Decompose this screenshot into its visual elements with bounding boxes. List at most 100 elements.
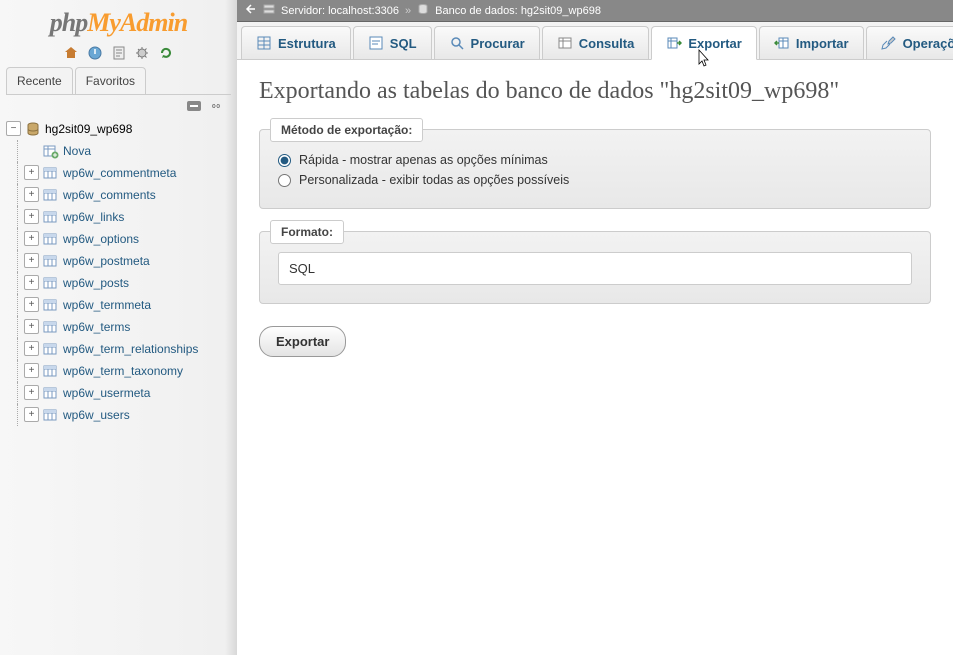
tree-expand-icon[interactable]: + — [24, 341, 39, 356]
table-browse-icon[interactable] — [43, 253, 59, 269]
docs-icon[interactable] — [111, 45, 127, 61]
reload-icon[interactable] — [158, 45, 174, 61]
tree-table-label[interactable]: wp6w_comments — [63, 188, 156, 202]
operations-icon — [881, 35, 897, 51]
table-browse-icon[interactable] — [43, 363, 59, 379]
tab-search-label: Procurar — [471, 36, 525, 51]
table-browse-icon[interactable] — [43, 407, 59, 423]
tab-favorites[interactable]: Favoritos — [75, 67, 146, 94]
tree-table-node[interactable]: + wp6w_term_taxonomy — [6, 360, 235, 382]
tree-table-label[interactable]: wp6w_commentmeta — [63, 166, 176, 180]
tree-table-node[interactable]: + wp6w_postmeta — [6, 250, 235, 272]
table-browse-icon[interactable] — [43, 297, 59, 313]
tree-expand-icon[interactable]: + — [24, 165, 39, 180]
table-browse-icon[interactable] — [43, 275, 59, 291]
table-browse-icon[interactable] — [43, 319, 59, 335]
breadcrumb-db-value: hg2sit09_wp698 — [521, 5, 601, 17]
logout-icon[interactable] — [87, 45, 103, 61]
tab-query[interactable]: Consulta — [542, 26, 650, 59]
table-browse-icon[interactable] — [43, 341, 59, 357]
tree-expand-icon[interactable]: + — [24, 363, 39, 378]
tree-table-node[interactable]: + wp6w_links — [6, 206, 235, 228]
tree-collapse-icon[interactable]: − — [6, 121, 21, 136]
content-area: Exportando as tabelas do banco de dados … — [237, 60, 953, 375]
tree-expand-icon[interactable]: + — [24, 319, 39, 334]
collapse-all-icon[interactable] — [187, 99, 201, 114]
database-tree: − hg2sit09_wp698 Nova + wp6w_commentmeta… — [0, 116, 237, 426]
tree-new-label[interactable]: Nova — [63, 144, 91, 158]
logo-admin: Admin — [120, 8, 187, 37]
table-browse-icon[interactable] — [43, 187, 59, 203]
structure-icon — [256, 35, 272, 51]
table-browse-icon[interactable] — [43, 165, 59, 181]
tree-table-label[interactable]: wp6w_term_taxonomy — [63, 364, 183, 378]
table-browse-icon[interactable] — [43, 231, 59, 247]
table-browse-icon[interactable] — [43, 209, 59, 225]
home-icon[interactable] — [63, 45, 79, 61]
breadcrumb-database[interactable]: Banco de dados: hg2sit09_wp698 — [435, 5, 601, 17]
radio-custom-row[interactable]: Personalizada - exibir todas as opções p… — [278, 170, 912, 190]
tree-table-label[interactable]: wp6w_options — [63, 232, 139, 246]
tree-new-node[interactable]: Nova — [6, 140, 235, 162]
tree-table-node[interactable]: + wp6w_term_relationships — [6, 338, 235, 360]
tree-table-label[interactable]: wp6w_terms — [63, 320, 130, 334]
tree-table-label[interactable]: wp6w_term_relationships — [63, 342, 198, 356]
breadcrumb-server[interactable]: Servidor: localhost:3306 — [281, 5, 399, 17]
settings-icon[interactable] — [134, 45, 150, 61]
radio-quick[interactable] — [278, 154, 291, 167]
tree-expand-icon[interactable]: + — [24, 209, 39, 224]
tab-operations[interactable]: Operações — [866, 26, 953, 59]
tree-table-node[interactable]: + wp6w_commentmeta — [6, 162, 235, 184]
tree-table-label[interactable]: wp6w_termmeta — [63, 298, 151, 312]
tree-root-label[interactable]: hg2sit09_wp698 — [45, 122, 132, 136]
tree-table-label[interactable]: wp6w_postmeta — [63, 254, 150, 268]
tree-table-node[interactable]: + wp6w_usermeta — [6, 382, 235, 404]
tab-query-label: Consulta — [579, 36, 635, 51]
phpmyadmin-logo[interactable]: phpMyAdmin — [0, 0, 237, 42]
tab-sql[interactable]: SQL — [353, 26, 432, 59]
tree-expand-icon[interactable]: + — [24, 187, 39, 202]
tree-table-label[interactable]: wp6w_links — [63, 210, 124, 224]
tree-expand-icon[interactable]: + — [24, 231, 39, 246]
tree-table-node[interactable]: + wp6w_posts — [6, 272, 235, 294]
tree-expand-icon[interactable]: + — [24, 385, 39, 400]
main-panel: Servidor: localhost:3306 » Banco de dado… — [237, 0, 953, 655]
tab-export[interactable]: Exportar — [651, 26, 756, 60]
tree-expand-icon[interactable]: + — [24, 253, 39, 268]
tree-table-node[interactable]: + wp6w_comments — [6, 184, 235, 206]
tree-root-node[interactable]: − hg2sit09_wp698 — [6, 118, 235, 140]
link-icon[interactable] — [209, 99, 223, 114]
export-button[interactable]: Exportar — [259, 326, 346, 357]
tab-import[interactable]: Importar — [759, 26, 864, 59]
format-fieldset: Formato: SQL — [259, 231, 931, 304]
server-icon — [263, 3, 275, 18]
radio-custom[interactable] — [278, 174, 291, 187]
radio-quick-row[interactable]: Rápida - mostrar apenas as opções mínima… — [278, 150, 912, 170]
new-table-icon — [43, 143, 59, 159]
tree-table-label[interactable]: wp6w_users — [63, 408, 130, 422]
left-sidebar: phpMyAdmin Recente Favoritos − hg2sit09_… — [0, 0, 237, 655]
sql-icon — [368, 35, 384, 51]
tree-table-node[interactable]: + wp6w_options — [6, 228, 235, 250]
format-select[interactable]: SQL — [278, 252, 912, 285]
tab-search[interactable]: Procurar — [434, 26, 540, 59]
tab-structure[interactable]: Estrutura — [241, 26, 351, 59]
tree-table-node[interactable]: + wp6w_users — [6, 404, 235, 426]
tree-table-label[interactable]: wp6w_posts — [63, 276, 129, 290]
tree-table-node[interactable]: + wp6w_termmeta — [6, 294, 235, 316]
tree-expand-icon[interactable]: + — [24, 297, 39, 312]
tab-sql-label: SQL — [390, 36, 417, 51]
nav-back-icon[interactable] — [245, 3, 257, 18]
export-method-legend: Método de exportação: — [270, 118, 423, 142]
tab-recent[interactable]: Recente — [6, 67, 73, 94]
database-icon — [25, 121, 41, 137]
tree-table-node[interactable]: + wp6w_terms — [6, 316, 235, 338]
tree-table-label[interactable]: wp6w_usermeta — [63, 386, 150, 400]
tab-operations-label: Operações — [903, 36, 953, 51]
sidebar-top-icons — [0, 42, 237, 67]
breadcrumb-server-value: localhost:3306 — [328, 5, 399, 17]
tree-expand-icon[interactable]: + — [24, 275, 39, 290]
table-browse-icon[interactable] — [43, 385, 59, 401]
radio-quick-label: Rápida - mostrar apenas as opções mínima… — [299, 153, 548, 167]
tree-expand-icon[interactable]: + — [24, 407, 39, 422]
